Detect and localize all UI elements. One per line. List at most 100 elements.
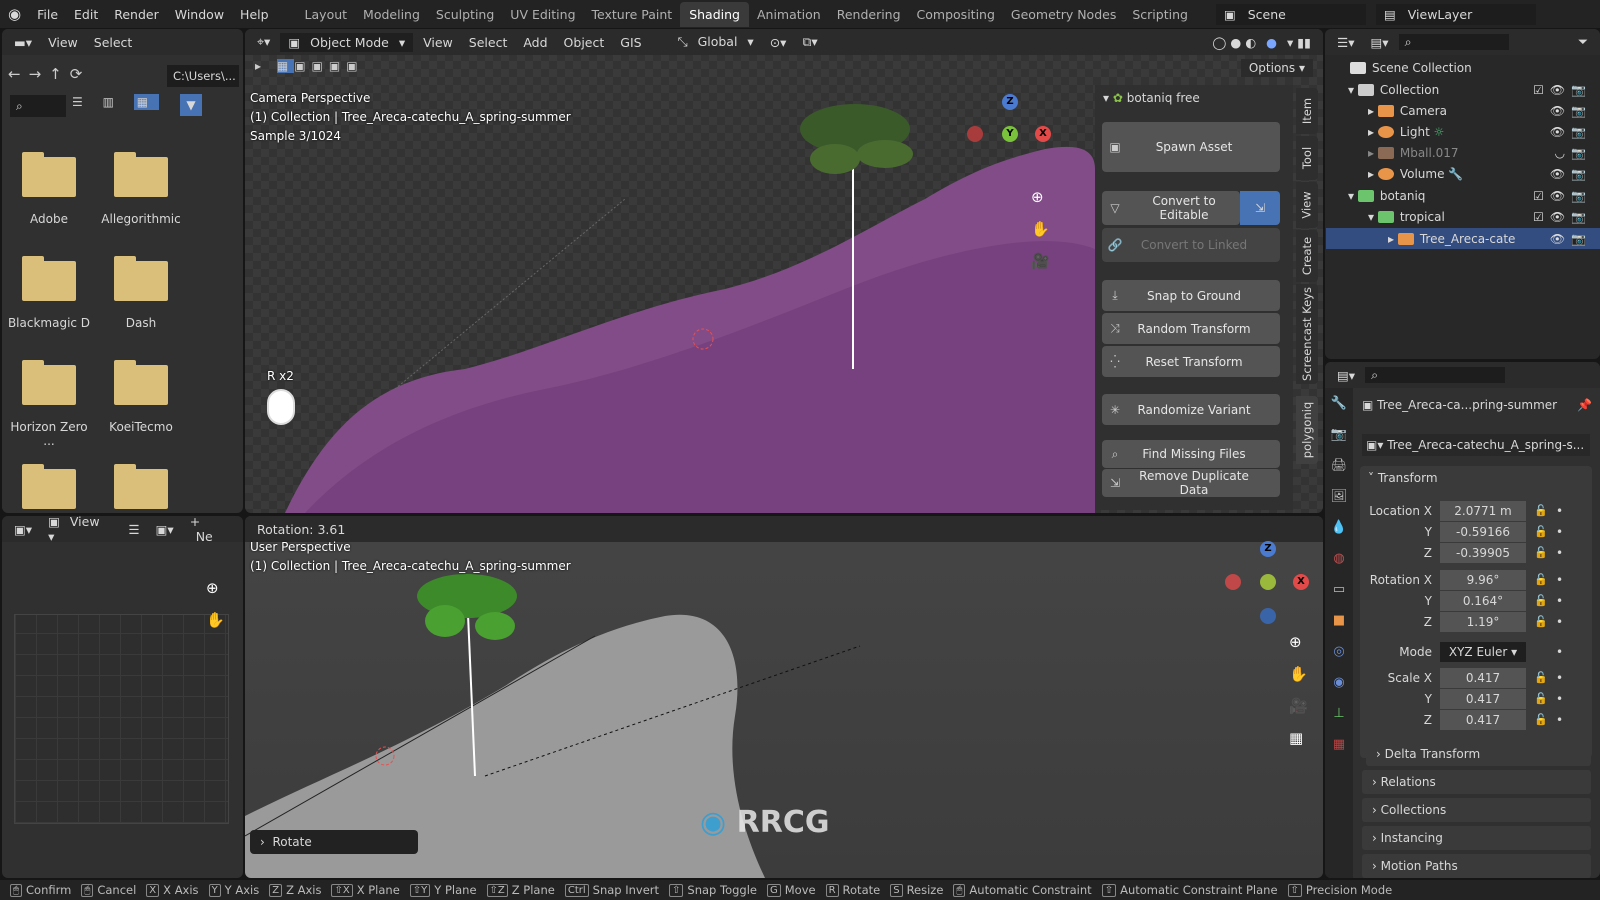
outliner-scene-collection[interactable]: Scene Collection (1326, 57, 1600, 78)
keyframe-dot[interactable]: • (1556, 594, 1563, 608)
folder-icon[interactable] (22, 152, 76, 197)
keyframe-dot[interactable]: • (1556, 713, 1563, 727)
editor-type-icon[interactable]: ▣▾ (8, 522, 38, 537)
value-field[interactable]: -0.59166 (1440, 521, 1526, 542)
path-field[interactable]: C:\Users\... (167, 65, 239, 87)
folder-label[interactable]: Horizon Zero ... (3, 420, 95, 448)
folder-icon[interactable] (22, 464, 76, 509)
folder-icon[interactable] (114, 256, 168, 301)
outliner-item-volume[interactable]: ▸ Volume 🔧 👁📷 (1326, 163, 1600, 184)
gizmo-z-axis[interactable]: Z (1002, 94, 1018, 110)
editor-type-icon[interactable]: ☰▾ (1331, 35, 1360, 50)
folder-icon[interactable] (22, 360, 76, 405)
outliner-item-tropical[interactable]: ▾ tropical ☑👁📷 (1326, 206, 1600, 227)
convert-to-linked-button[interactable]: 🔗 Convert to Linked (1102, 228, 1280, 262)
folder-label[interactable]: Dash (95, 316, 187, 330)
menu-window[interactable]: Window (167, 7, 232, 22)
reset-transform-button[interactable]: ⁛ Reset Transform (1102, 346, 1280, 377)
display-mode-icon[interactable]: ▤▾ (1364, 35, 1394, 50)
keyframe-dot[interactable]: • (1556, 546, 1563, 560)
tab-screencast-keys[interactable]: Screencast Keys (1296, 284, 1318, 384)
gizmo-neg-x[interactable] (967, 126, 983, 142)
lock-icon[interactable]: 🔓 (1526, 594, 1556, 607)
visibility-icons[interactable]: ☑👁📷 (1533, 189, 1592, 203)
value-field[interactable]: 0.417 (1440, 667, 1526, 688)
outliner-item-mball[interactable]: ▸ Mball.017 ◡📷 (1326, 142, 1600, 163)
viewlayer-selector[interactable]: ▤ ViewLayer (1375, 3, 1536, 25)
menu-icon[interactable]: ☰ (122, 522, 145, 537)
folder-label[interactable]: Blackmagic D (3, 316, 95, 330)
keyframe-dot[interactable]: • (1556, 504, 1563, 518)
tab-layout[interactable]: Layout (297, 7, 356, 22)
scene-selector[interactable]: ▣ Scene (1215, 3, 1366, 25)
editor-type-icon[interactable]: ▬▾ (8, 35, 38, 50)
tab-sculpting[interactable]: Sculpting (428, 7, 502, 22)
find-missing-files-button[interactable]: ⌕ Find Missing Files (1102, 440, 1280, 468)
menu-file[interactable]: File (29, 7, 66, 22)
tab-uv-editing[interactable]: UV Editing (502, 7, 583, 22)
editor-type-icon[interactable]: ▤▾ (1331, 368, 1361, 383)
folder-icon[interactable] (114, 464, 168, 509)
lock-icon[interactable]: 🔓 (1526, 546, 1556, 559)
random-transform-button[interactable]: ⤨ Random Transform (1102, 313, 1280, 344)
relations-section[interactable]: › Relations (1362, 770, 1591, 794)
visibility-icons[interactable]: ☑👁📷 (1533, 210, 1592, 224)
outliner-item-camera[interactable]: ▸ Camera 👁📷 (1326, 100, 1600, 121)
value-field[interactable]: 1.19° (1440, 611, 1526, 632)
outliner-item-tree[interactable]: ▸ Tree_Areca-cate 👁📷 (1326, 228, 1600, 249)
remove-duplicate-data-button[interactable]: ⇲ Remove Duplicate Data (1102, 469, 1280, 497)
lock-icon[interactable]: 🔓 (1526, 573, 1556, 586)
folder-icon[interactable] (114, 152, 168, 197)
motion-paths-section[interactable]: › Motion Paths (1362, 854, 1591, 878)
gizmo-y-axis[interactable] (1260, 574, 1276, 590)
menu-select[interactable]: Select (88, 35, 139, 50)
panel-header[interactable]: ▾ ✿ botaniq free (1103, 91, 1200, 105)
image-grid[interactable] (14, 614, 229, 824)
gizmo-x-axis[interactable]: X (1035, 126, 1051, 142)
visibility-icons[interactable]: 👁📷 (1550, 104, 1592, 118)
rotation-mode-dropdown[interactable]: XYZ Euler ▾ (1440, 641, 1526, 662)
pin-icon[interactable]: 📌 (1577, 398, 1592, 412)
tab-rendering[interactable]: Rendering (829, 7, 909, 22)
lock-icon[interactable]: 🔓 (1526, 504, 1556, 517)
spawn-asset-button[interactable]: ▣ Spawn Asset (1102, 122, 1280, 172)
value-field[interactable]: -0.39905 (1440, 542, 1526, 563)
keyframe-dot[interactable]: • (1556, 573, 1563, 587)
folder-icon[interactable] (114, 360, 168, 405)
lock-icon[interactable]: 🔓 (1526, 671, 1556, 684)
tab-create[interactable]: Create (1296, 230, 1318, 282)
visibility-icons[interactable]: 👁📷 (1550, 167, 1592, 181)
folder-icon[interactable] (22, 256, 76, 301)
properties-tabs[interactable]: 🔧 📷 🖨 🖼 💧 ◍ ▭ ■ ◎ ◉ ⊥ ▦ (1325, 388, 1353, 878)
tab-texture-paint[interactable]: Texture Paint (584, 7, 681, 22)
tab-modeling[interactable]: Modeling (355, 7, 428, 22)
menu-render[interactable]: Render (106, 7, 167, 22)
tab-compositing[interactable]: Compositing (909, 7, 1003, 22)
shrink-icon[interactable]: ⇲ (1240, 191, 1280, 225)
outliner-item-light[interactable]: ▸ Light ☼ 👁📷 (1326, 121, 1600, 142)
instancing-section[interactable]: › Instancing (1362, 826, 1591, 850)
folder-label[interactable]: Allegorithmic (95, 212, 187, 226)
lock-icon[interactable]: 🔓 (1526, 615, 1556, 628)
tab-geometry-nodes[interactable]: Geometry Nodes (1003, 7, 1124, 22)
visibility-icons[interactable]: ◡📷 (1555, 146, 1592, 160)
navigation-icons[interactable]: ⊕ ✋ 🎥 (1031, 181, 1050, 277)
view-menu[interactable]: ▣ View ▾ (42, 516, 118, 544)
randomize-variant-button[interactable]: ✳ Randomize Variant (1102, 394, 1280, 425)
keyframe-dot[interactable]: • (1556, 692, 1563, 706)
filter-icon[interactable]: ▼ (180, 94, 202, 116)
snap-to-ground-button[interactable]: ⤓ Snap to Ground (1102, 280, 1280, 311)
delta-transform-section[interactable]: › Delta Transform (1366, 742, 1591, 766)
visibility-icons[interactable]: 👁📷 (1550, 232, 1592, 246)
tab-scripting[interactable]: Scripting (1124, 7, 1196, 22)
new-image-button[interactable]: + Ne (184, 516, 237, 544)
search-icon[interactable]: ⌕ (1365, 367, 1506, 383)
search-icon[interactable]: ⌕ (1398, 34, 1509, 50)
object-data-field[interactable]: ▣▾ Tree_Areca-catechu_A_spring-s... (1362, 434, 1590, 456)
image-browse-icon[interactable]: ▣▾ (150, 522, 180, 537)
keyframe-dot[interactable]: • (1556, 671, 1563, 685)
menu-help[interactable]: Help (232, 7, 277, 22)
tab-animation[interactable]: Animation (749, 7, 829, 22)
view-mode-icons[interactable]: ☰ ▥ ▦ (72, 94, 160, 110)
visibility-icons[interactable]: 👁📷 (1550, 125, 1592, 139)
